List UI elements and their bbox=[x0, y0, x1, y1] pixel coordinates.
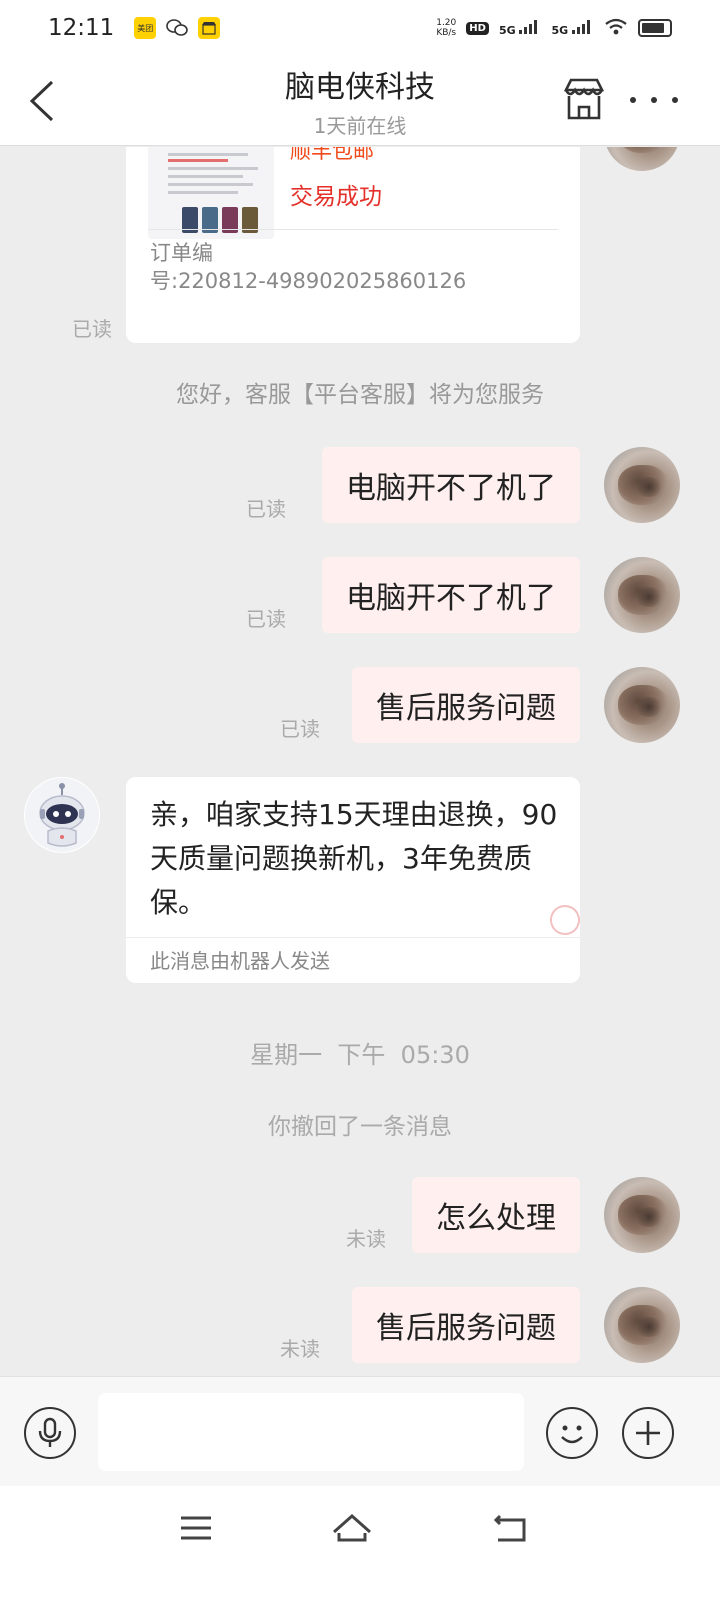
bot-footer: 此消息由机器人发送 bbox=[150, 949, 330, 973]
bot-message-card[interactable]: 亲，咱家支持15天理由退换，90天质量问题换新机，3年免费质保。 此消息由机器人… bbox=[126, 777, 585, 983]
read-receipt: 已读 bbox=[246, 607, 286, 631]
input-bar bbox=[0, 1376, 720, 1486]
online-status: 1天前在线 bbox=[313, 114, 407, 138]
status-time: 12:11 bbox=[48, 15, 115, 41]
message-bubble[interactable]: 怎么处理 bbox=[412, 1177, 580, 1253]
menu-icon bbox=[181, 1516, 211, 1540]
battery-icon bbox=[638, 19, 672, 37]
message-bubble[interactable]: 售后服务问题 bbox=[352, 1287, 580, 1363]
message-input[interactable] bbox=[98, 1393, 524, 1471]
plus-icon bbox=[636, 1421, 660, 1445]
thumb-line bbox=[168, 183, 253, 186]
robot-avatar[interactable] bbox=[24, 777, 100, 853]
order-number: 订单编 号:220812-498902025860126 bbox=[150, 241, 467, 293]
user-avatar[interactable] bbox=[604, 447, 680, 523]
bot-message-text: 亲，咱家支持15天理由退换，90天质量问题换新机，3年免费质保。 bbox=[150, 798, 558, 919]
more-options-button[interactable] bbox=[630, 94, 678, 106]
voice-button[interactable] bbox=[24, 1407, 76, 1459]
status-app-icons: 美团 bbox=[134, 17, 221, 39]
more-dot-icon bbox=[630, 97, 636, 103]
status-bar: 12:11 美团 1.20 KB/s HD 5G 5G bbox=[0, 0, 720, 56]
back-arrow-icon bbox=[493, 1514, 526, 1542]
read-receipt: 已读 bbox=[72, 317, 112, 341]
wechat-icon bbox=[166, 17, 189, 39]
more-dot-icon bbox=[672, 97, 678, 103]
thumb-line bbox=[168, 159, 228, 162]
signal-5g-icon-2: 5G bbox=[551, 19, 594, 37]
smiley-icon bbox=[561, 1425, 583, 1444]
meituan-app-icon: 美团 bbox=[134, 17, 157, 39]
order-status: 交易成功 bbox=[290, 184, 382, 210]
message-bubble[interactable]: 电脑开不了机了 bbox=[322, 447, 580, 523]
user-avatar[interactable] bbox=[604, 667, 680, 743]
timestamp: 星期一 下午 05:30 bbox=[250, 1041, 470, 1069]
chat-area[interactable]: 顺丰包邮 交易成功 订单编 号:220812-498902025860126 已… bbox=[0, 147, 720, 1376]
thumb-line bbox=[168, 191, 238, 194]
read-receipt: 未读 bbox=[346, 1227, 386, 1251]
thumb-line bbox=[168, 167, 258, 170]
shop-button[interactable] bbox=[562, 76, 606, 124]
user-avatar[interactable] bbox=[604, 557, 680, 633]
store-app-icon bbox=[198, 17, 221, 39]
message-bubble[interactable]: 电脑开不了机了 bbox=[322, 557, 580, 633]
robot-icon bbox=[25, 778, 99, 852]
system-nav-bar bbox=[0, 1486, 720, 1600]
title-block: 脑电侠科技 1天前在线 bbox=[0, 62, 720, 139]
system-message: 您好，客服【平台客服】将为您服务 bbox=[176, 382, 544, 408]
back-nav-button[interactable] bbox=[480, 1506, 540, 1550]
divider bbox=[126, 937, 580, 938]
signal-5g-icon: 5G bbox=[499, 19, 542, 37]
user-avatar[interactable] bbox=[604, 1177, 680, 1253]
order-card[interactable]: 顺丰包邮 交易成功 订单编 号:220812-498902025860126 bbox=[126, 147, 580, 343]
store-icon bbox=[563, 78, 605, 120]
microphone-icon bbox=[38, 1417, 62, 1447]
thumb-line bbox=[168, 175, 243, 178]
network-speed: 1.20 KB/s bbox=[436, 18, 457, 38]
menu-nav-button[interactable] bbox=[166, 1506, 226, 1550]
wifi-icon bbox=[604, 18, 628, 39]
shop-name: 脑电侠科技 bbox=[285, 70, 435, 105]
emoji-button[interactable] bbox=[546, 1407, 598, 1459]
divider bbox=[148, 229, 558, 230]
home-icon bbox=[333, 1513, 371, 1542]
more-actions-button[interactable] bbox=[622, 1407, 674, 1459]
shipping-label: 顺丰包邮 bbox=[290, 147, 374, 163]
hd-icon: HD bbox=[466, 21, 489, 35]
more-dot-icon bbox=[651, 97, 657, 103]
status-indicators: 1.20 KB/s HD 5G 5G bbox=[436, 18, 672, 39]
read-receipt: 未读 bbox=[280, 1337, 320, 1361]
thumb-line bbox=[168, 153, 248, 156]
product-thumbnail bbox=[148, 147, 274, 239]
read-receipt: 已读 bbox=[246, 497, 286, 521]
home-nav-button[interactable] bbox=[322, 1506, 382, 1550]
read-receipt: 已读 bbox=[280, 717, 320, 741]
chat-header: 脑电侠科技 1天前在线 bbox=[0, 56, 720, 146]
user-avatar[interactable] bbox=[604, 147, 680, 171]
message-bubble[interactable]: 售后服务问题 bbox=[352, 667, 580, 743]
recall-notice: 你撤回了一条消息 bbox=[268, 1114, 452, 1140]
user-avatar[interactable] bbox=[604, 1287, 680, 1363]
